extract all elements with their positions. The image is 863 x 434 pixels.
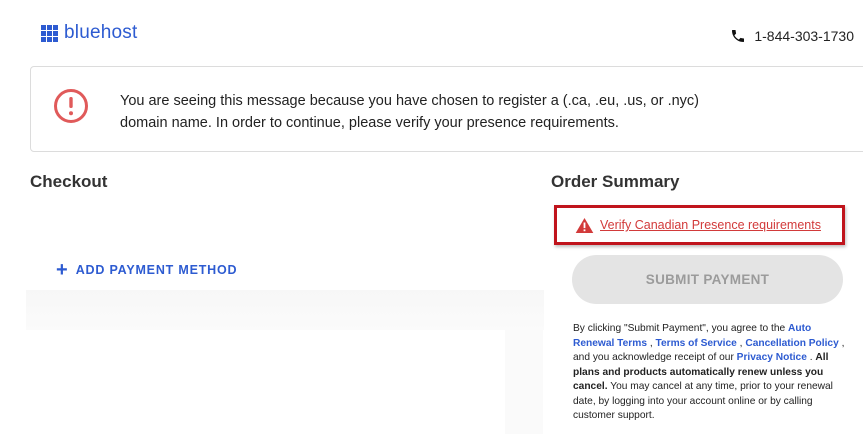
alert-line-2: domain name. In order to continue, pleas… xyxy=(120,115,619,131)
terms-text: By clicking "Submit Payment", you agree … xyxy=(573,322,845,424)
submit-payment-button[interactable]: SUBMIT PAYMENT xyxy=(572,255,843,304)
verify-presence-highlight: Verify Canadian Presence requirements xyxy=(554,205,845,245)
bluehost-logo[interactable]: bluehost xyxy=(41,22,137,44)
logo-text: bluehost xyxy=(64,22,138,43)
warning-triangle-icon xyxy=(575,217,594,233)
presence-alert: You are seeing this message because you … xyxy=(30,66,863,152)
verify-canadian-presence-link[interactable]: Verify Canadian Presence requirements xyxy=(600,218,821,232)
cancellation-policy-link[interactable]: Cancellation Policy xyxy=(745,338,838,349)
phone-contact[interactable]: 1-844-303-1730 xyxy=(730,28,854,44)
alert-message: You are seeing this message because you … xyxy=(120,90,820,134)
alert-line-1: You are seeing this message because you … xyxy=(120,93,699,109)
terms-of-service-link[interactable]: Terms of Service xyxy=(655,338,736,349)
terms-text-part: By clicking "Submit Payment", you agree … xyxy=(573,323,789,334)
logo-grid-icon xyxy=(41,24,58,42)
checkout-title: Checkout xyxy=(30,172,108,191)
exclamation-circle-icon xyxy=(54,89,88,123)
phone-number: 1-844-303-1730 xyxy=(754,28,854,44)
payment-form-placeholder-edge xyxy=(505,330,543,434)
privacy-notice-link[interactable]: Privacy Notice xyxy=(737,352,807,363)
payment-form-placeholder xyxy=(26,290,544,330)
plus-icon: + xyxy=(56,259,68,281)
phone-icon xyxy=(732,30,745,42)
add-payment-method-label: ADD PAYMENT METHOD xyxy=(75,263,238,277)
terms-text-part: You may cancel at any time, prior to you… xyxy=(573,381,833,421)
add-payment-method-button[interactable]: + ADD PAYMENT METHOD xyxy=(56,259,238,281)
order-summary-title: Order Summary xyxy=(551,172,680,191)
